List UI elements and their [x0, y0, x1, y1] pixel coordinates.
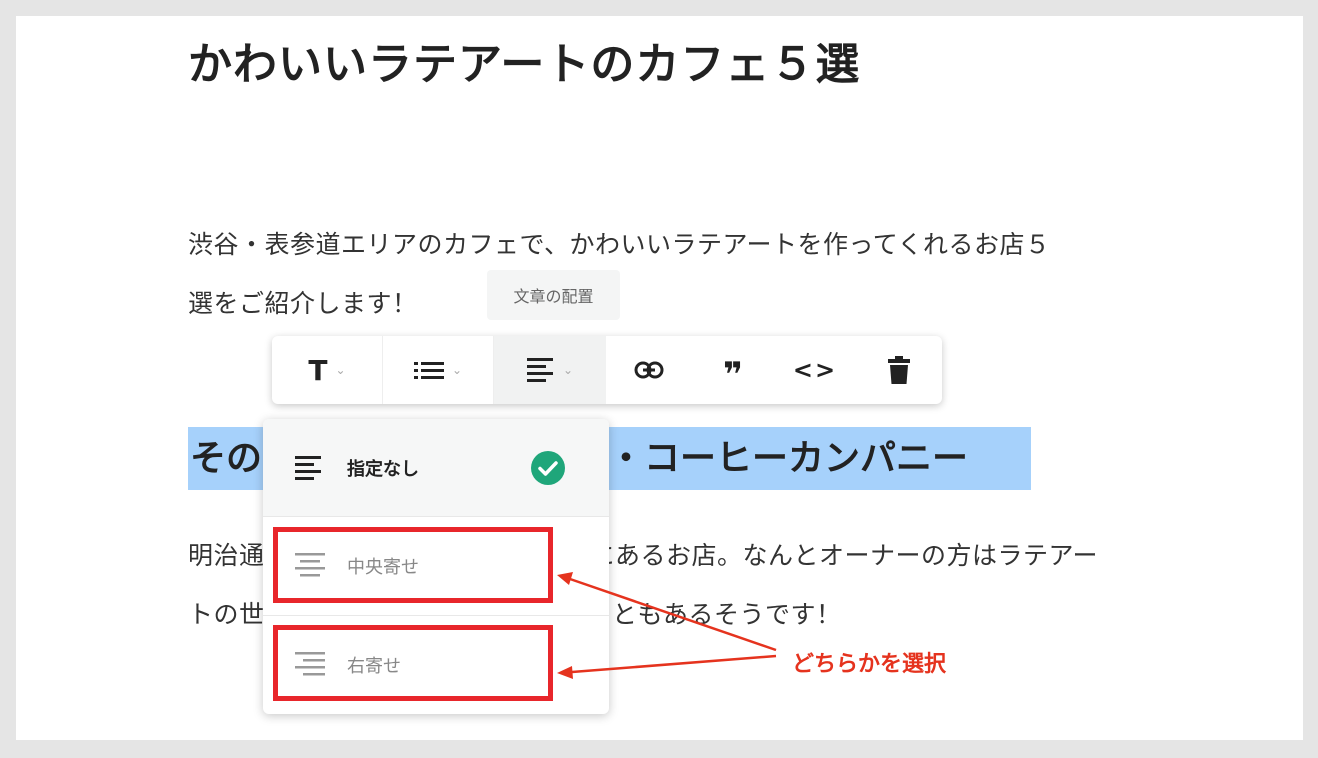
- arrowhead-icon: [557, 666, 573, 679]
- annotation-label: どちらかを選択: [792, 652, 947, 677]
- editor-frame: かわいいラテアートのカフェ５選 渋谷・表参道エリアのカフェで、かわいいラテアート…: [16, 16, 1303, 740]
- annotation-arrows: [557, 572, 777, 679]
- annotation-arrow-upper: [569, 577, 777, 652]
- arrowhead-icon: [557, 572, 573, 585]
- annotation-arrow-lower: [571, 654, 777, 674]
